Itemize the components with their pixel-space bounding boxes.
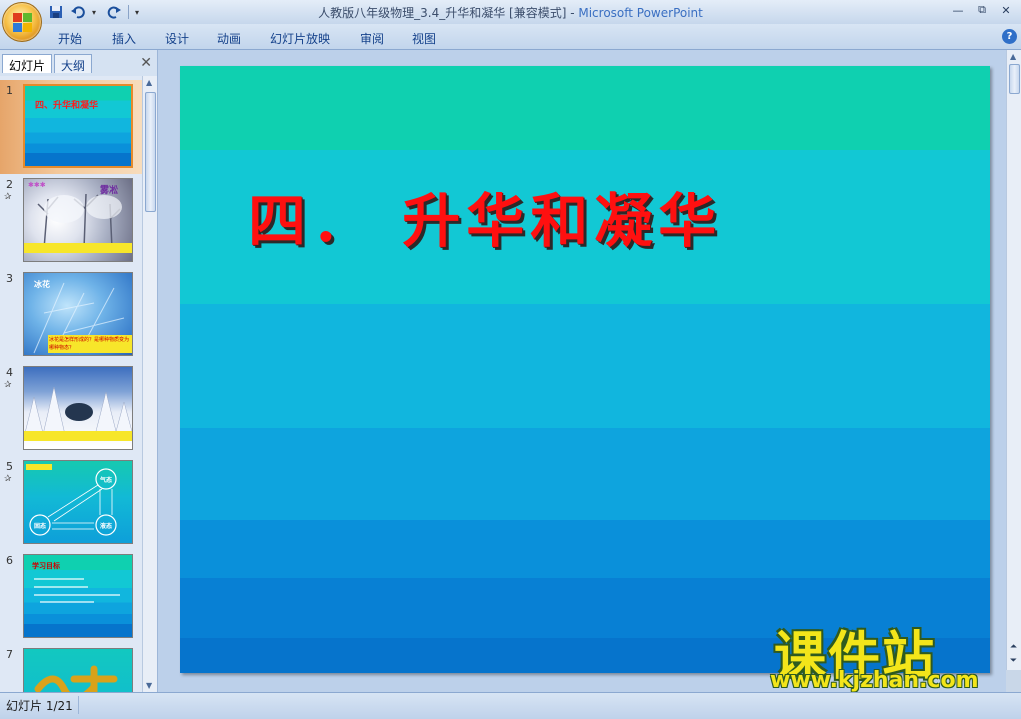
watermark-url: www.kjzhan.com xyxy=(770,668,979,693)
slide-band xyxy=(180,428,990,520)
slides-pane: 幻灯片 大纲 ✕ 1 四、升华和凝华 2 ✰ ✱✱✱ 雾凇 3 冰花 冰花是怎样… xyxy=(0,50,158,692)
scroll-down-icon[interactable]: ▼ xyxy=(146,681,152,690)
slide-number: 4 xyxy=(6,366,13,379)
diagram-label: 气态 xyxy=(100,477,113,484)
restore-icon[interactable]: ⧉ xyxy=(971,2,993,18)
help-icon[interactable]: ? xyxy=(1002,29,1017,44)
decorative-title-graphic xyxy=(34,665,118,692)
tab-slides[interactable]: 幻灯片 xyxy=(2,54,53,73)
pane-tabs: 幻灯片 大纲 ✕ xyxy=(0,52,158,73)
ribbon-tabs: 开始 插入 设计 动画 幻灯片放映 审阅 视图 ? xyxy=(0,24,1021,50)
slide-number: 5 xyxy=(6,460,13,473)
minimize-icon[interactable]: — xyxy=(947,2,969,18)
slide-thumb-caption-bar xyxy=(24,431,132,441)
slide-thumbnail[interactable]: 5 ✰ 气态 固态 液态 xyxy=(0,456,142,550)
previous-slide-icon[interactable]: ⏶ xyxy=(1006,640,1021,654)
slide-band xyxy=(180,520,990,578)
tab-outline[interactable]: 大纲 xyxy=(54,54,93,73)
slide-scrollbar[interactable]: ▲ xyxy=(1006,50,1021,670)
slide-editor: 四． 升华和凝华 xyxy=(158,50,1006,692)
slide-number: 3 xyxy=(6,272,13,285)
tab-view[interactable]: 视图 xyxy=(412,30,436,47)
animation-icon: ✰ xyxy=(4,192,12,202)
next-slide-icon[interactable]: ⏷ xyxy=(1006,654,1021,668)
animation-icon: ✰ xyxy=(4,380,12,390)
diagram-label: 液态 xyxy=(100,523,113,530)
slide-preview: 冰花 冰花是怎样形成的？是哪种物质变为哪种物态？ xyxy=(23,272,133,356)
slide-thumb-caption-bar xyxy=(24,243,132,253)
scroll-up-icon[interactable]: ▲ xyxy=(146,78,152,87)
scrollbar-thumb[interactable] xyxy=(1009,64,1020,94)
slide-thumb-tag: ✱✱✱ xyxy=(28,181,46,189)
close-icon[interactable]: ✕ xyxy=(995,2,1017,18)
title-bar: ▾ ▾ 人教版八年级物理_3.4_升华和凝华 [兼容模式] - Microsof… xyxy=(0,0,1021,24)
slide-thumb-title: 雾凇 xyxy=(100,186,119,196)
slide-thumbnail[interactable]: 7 xyxy=(0,644,142,692)
slide-band xyxy=(180,304,990,428)
slide-thumb-caption: 冰花是怎样形成的？是哪种物质变为哪种物态？ xyxy=(48,335,132,353)
tab-animations[interactable]: 动画 xyxy=(217,30,241,47)
tab-home[interactable]: 开始 xyxy=(58,30,82,47)
office-logo-icon xyxy=(13,13,33,33)
thumbnails-scrollbar[interactable]: ▲ ▼ xyxy=(142,76,157,692)
slide-title[interactable]: 四． 升华和凝华 xyxy=(248,174,722,258)
slide-thumbnail[interactable]: 3 冰花 冰花是怎样形成的？是哪种物质变为哪种物态？ xyxy=(0,268,142,362)
state-change-diagram xyxy=(26,464,117,536)
tab-insert[interactable]: 插入 xyxy=(112,30,136,47)
diagram-label: 固态 xyxy=(34,523,47,530)
slide-preview: 四、升华和凝华 xyxy=(23,84,133,168)
current-slide[interactable]: 四． 升华和凝华 xyxy=(180,66,990,673)
slide-number: 1 xyxy=(6,84,13,97)
slide-thumb-title: 四、升华和凝华 xyxy=(35,101,99,111)
slide-number: 7 xyxy=(6,648,13,661)
slide-preview: ✱✱✱ 雾凇 xyxy=(23,178,133,262)
tab-review[interactable]: 审阅 xyxy=(360,30,384,47)
status-separator xyxy=(78,696,79,714)
status-bar: 幻灯片 1/21 xyxy=(0,692,1021,719)
animation-icon: ✰ xyxy=(4,474,12,484)
window-controls: — ⧉ ✕ xyxy=(947,2,1017,18)
app-name: Microsoft PowerPoint xyxy=(578,6,703,20)
scroll-up-icon[interactable]: ▲ xyxy=(1010,52,1016,61)
slide-number: 6 xyxy=(6,554,13,567)
slide-preview xyxy=(23,648,133,692)
tab-slideshow[interactable]: 幻灯片放映 xyxy=(270,30,330,47)
slide-thumbnail[interactable]: 6 学习目标 xyxy=(0,550,142,644)
slide-nav-buttons: ⏶ ⏷ xyxy=(1006,640,1021,668)
slide-preview: 气态 固态 液态 xyxy=(23,460,133,544)
scrollbar-thumb[interactable] xyxy=(145,92,156,212)
slide-number: 2 xyxy=(6,178,13,191)
window-title: 人教版八年级物理_3.4_升华和凝华 [兼容模式] - Microsoft Po… xyxy=(0,4,1021,21)
slide-counter: 幻灯片 1/21 xyxy=(6,699,73,713)
document-title: 人教版八年级物理_3.4_升华和凝华 [兼容模式] - xyxy=(318,6,579,20)
slide-thumbnails: 1 四、升华和凝华 2 ✰ ✱✱✱ 雾凇 3 冰花 冰花是怎样形成的？是哪种物质… xyxy=(0,76,142,692)
office-button[interactable] xyxy=(2,2,42,42)
text-lines-placeholder xyxy=(34,578,120,603)
slide-band xyxy=(180,66,990,150)
tab-design[interactable]: 设计 xyxy=(165,30,189,47)
close-pane-icon[interactable]: ✕ xyxy=(140,55,152,71)
slide-thumbnail[interactable]: 4 ✰ xyxy=(0,362,142,456)
slide-thumb-title: 冰花 xyxy=(34,280,50,289)
slide-thumbnail[interactable]: 2 ✰ ✱✱✱ 雾凇 xyxy=(0,174,142,268)
slide-preview xyxy=(23,366,133,450)
slide-preview: 学习目标 xyxy=(23,554,133,638)
slide-thumbnail[interactable]: 1 四、升华和凝华 xyxy=(0,80,142,174)
